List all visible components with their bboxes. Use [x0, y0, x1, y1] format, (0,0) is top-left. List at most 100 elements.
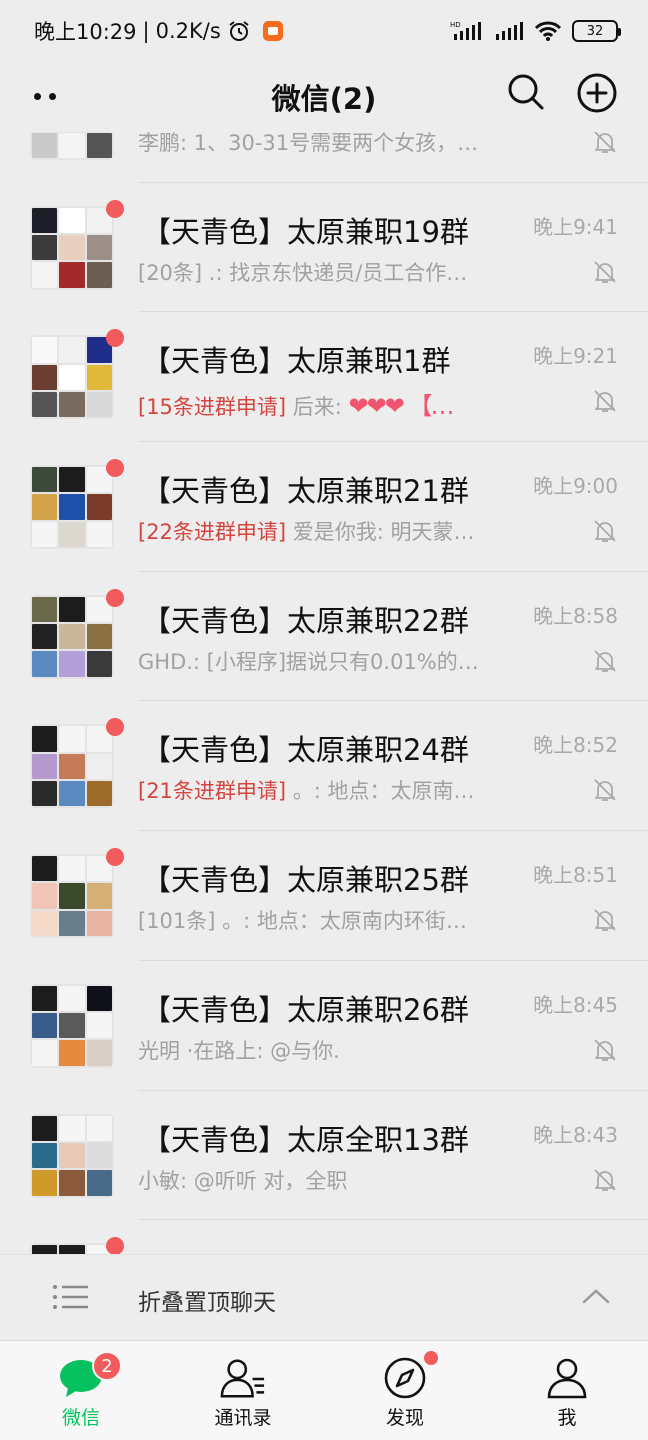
- group-avatar: [30, 132, 114, 160]
- bottom-tab-bar: 微信 2 通讯录 发现 我: [0, 1340, 648, 1440]
- app-notification-icon: [262, 21, 283, 41]
- tab-discover[interactable]: 发现: [324, 1341, 486, 1440]
- preview-text: 李鹏: 1、30-31号需要两个女孩，…: [138, 132, 479, 155]
- chat-row[interactable]: 【天青色】太原兼职21群 晚上9:00 [22条进群申请] 爱是你我: 明天蒙…: [0, 442, 648, 572]
- avatar-tile: [32, 1245, 58, 1254]
- avatar-tile: [59, 910, 85, 937]
- chat-time: 晚上8:58: [533, 603, 618, 628]
- chat-name: 【天青色】太原兼职1群: [142, 344, 451, 379]
- avatar-tile: [86, 364, 112, 391]
- chat-row[interactable]: 【天青色】太原兼职1群 晚上9:21 [15条进群申请] 后来: ❤❤❤ 【…: [0, 312, 648, 443]
- status-left: 晚上10:29 | 0.2K/s: [34, 16, 283, 46]
- chat-time: 晚上9:41: [533, 214, 618, 239]
- avatar-tile: [32, 726, 58, 752]
- page-title: 微信(2): [271, 82, 377, 116]
- contacts-icon: [220, 1355, 266, 1401]
- avatar-tile: [59, 392, 85, 418]
- chat-list-inner: 李鹏: 1、30-31号需要两个女孩，… 【天青色】太原兼职19群 晚上9:41 [2…: [0, 132, 648, 1254]
- chat-list[interactable]: 李鹏: 1、30-31号需要两个女孩，… 【天青色】太原兼职19群 晚上9:41 [2…: [0, 132, 648, 1254]
- search-icon[interactable]: [506, 72, 546, 112]
- discover-red-dot: [424, 1351, 438, 1365]
- top-bar: 微信(2): [0, 62, 648, 132]
- tab-me[interactable]: 我: [486, 1341, 648, 1440]
- avatar-tile: [32, 521, 58, 548]
- preview-text: 。: 地点：太原南…: [286, 779, 475, 804]
- avatar-tile: [32, 132, 58, 158]
- tab-chats[interactable]: 微信 2: [0, 1341, 162, 1440]
- group-avatar: [30, 983, 114, 1068]
- avatar-tile: [32, 1170, 58, 1196]
- tab-contacts[interactable]: 通讯录: [162, 1341, 324, 1440]
- avatar-tile: [59, 596, 85, 623]
- avatar-tile: [86, 392, 112, 418]
- svg-text:HD: HD: [450, 21, 461, 29]
- avatar-tile: [32, 883, 58, 909]
- more-dots-icon[interactable]: [34, 86, 64, 106]
- chat-row[interactable]: 李鹏: 1、30-31号需要两个女孩，…: [0, 132, 648, 183]
- chat-row[interactable]: 【天青色】太原兼职26群 晚上8:45 光明 ·在路上: @与你.: [0, 961, 648, 1091]
- chat-row[interactable]: 【天青色】太原全职13群 晚上8:43 小敏: @听听 对，全职: [0, 1091, 648, 1221]
- chat-name: 【天青色】太原兼职26群: [142, 992, 469, 1027]
- muted-bell-icon: [594, 132, 616, 153]
- avatar-tile: [59, 1040, 85, 1066]
- muted-bell-icon: [594, 909, 616, 932]
- chat-preview: [21条进群申请] 。: 地点：太原南…: [138, 775, 475, 805]
- chat-preview: [101条] 。: 地点：太原南内环街…: [138, 905, 467, 935]
- group-avatar: [30, 724, 114, 809]
- avatar-tile: [86, 1142, 112, 1169]
- avatar-tile: [86, 753, 112, 780]
- avatar-tile: [32, 207, 58, 234]
- avatar-tile: [59, 337, 85, 363]
- join-request-alert: [15条进群申请]: [138, 395, 287, 420]
- status-separator: |: [142, 19, 150, 43]
- avatar-tile: [59, 364, 85, 391]
- avatar-tile: [86, 781, 112, 807]
- chevron-up-icon[interactable]: [582, 1287, 610, 1305]
- avatar-tile: [86, 651, 112, 677]
- join-request-alert: [21条进群申请]: [138, 779, 287, 804]
- chat-row[interactable]: 【天青色】太原兼职22群 晚上8:58 GHD.: [小程序]据说只有0.01%的…: [0, 572, 648, 702]
- avatar-tile: [59, 521, 85, 548]
- chat-row[interactable]: 【天青色】太原全职…群晚上8:40: [0, 1220, 648, 1254]
- avatar-tile: [32, 392, 58, 418]
- avatar-tile: [59, 1142, 85, 1169]
- chat-name: 【天青色】太原兼职22群: [142, 603, 469, 638]
- avatar-tile: [86, 494, 112, 520]
- avatar-tile: [59, 1245, 85, 1254]
- heart-emoji-text: ❤❤❤ 【…: [348, 392, 453, 421]
- muted-bell-icon: [594, 779, 616, 802]
- avatar-tile: [59, 235, 85, 261]
- avatar-tile: [86, 262, 112, 288]
- folded-pinned-chats[interactable]: 折叠置顶聊天: [0, 1254, 648, 1340]
- add-icon[interactable]: [576, 72, 618, 114]
- muted-bell-icon: [594, 261, 616, 283]
- avatar-tile: [32, 235, 58, 261]
- chat-row[interactable]: 【天青色】太原兼职24群 晚上8:52 [21条进群申请] 。: 地点：太原南…: [0, 701, 648, 832]
- status-time: 晚上10:29: [34, 20, 137, 44]
- avatar-tile: [32, 467, 58, 493]
- avatar-tile: [86, 1040, 112, 1066]
- chat-name: 【天青色】太原兼职25群: [142, 863, 469, 898]
- avatar-tile: [86, 521, 112, 548]
- unread-dot: [106, 718, 124, 737]
- tab-discover-label: 发现: [385, 1407, 424, 1429]
- muted-bell-icon: [594, 520, 616, 542]
- chat-row[interactable]: 【天青色】太原兼职25群 晚上8:51 [101条] 。: 地点：太原南内环街…: [0, 831, 648, 961]
- avatar-tile: [59, 494, 85, 520]
- unread-dot: [106, 459, 124, 478]
- avatar-tile: [59, 467, 85, 493]
- group-avatar: [30, 594, 114, 679]
- avatar-tile: [59, 262, 85, 288]
- avatar-tile: [59, 856, 85, 882]
- group-avatar: [30, 1243, 114, 1254]
- muted-bell-icon: [594, 650, 616, 672]
- status-right: HD 32: [450, 20, 621, 42]
- group-avatar: [30, 205, 114, 290]
- avatar-tile: [32, 364, 58, 391]
- chat-row[interactable]: 【天青色】太原兼职19群 晚上9:41 [20条] .: 找京东快递员/员工合作…: [0, 183, 648, 313]
- avatar-tile: [59, 624, 85, 650]
- avatar-tile: [86, 910, 112, 937]
- chat-preview: 光明 ·在路上: @与你.: [138, 1035, 340, 1065]
- unread-dot: [106, 1237, 124, 1254]
- avatar-tile: [59, 651, 85, 677]
